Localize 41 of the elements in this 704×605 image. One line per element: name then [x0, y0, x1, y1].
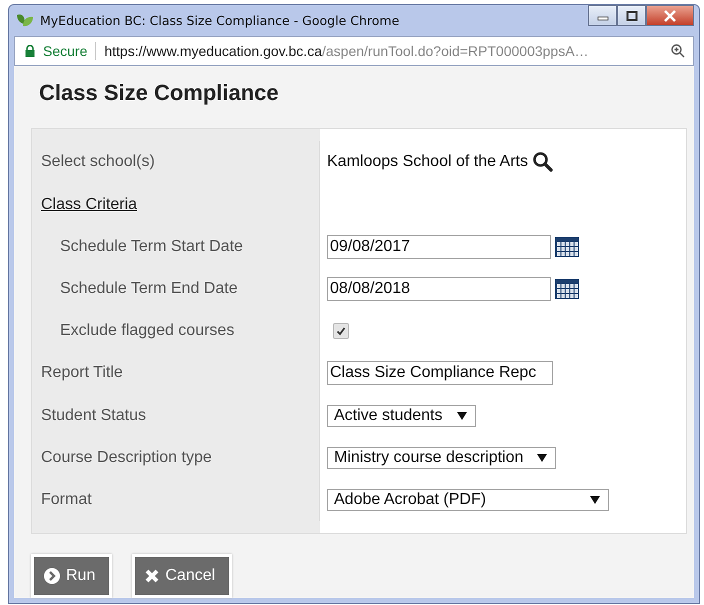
calendar-icon[interactable]	[555, 236, 579, 257]
url-text: https://www.myeducation.gov.bc.ca/aspen/runTool.do?oid=RPT000003ppsA…	[104, 42, 589, 59]
dropdown-arrow-icon	[590, 496, 600, 504]
dropdown-arrow-icon	[537, 454, 548, 462]
security-label: Secure	[43, 42, 88, 59]
run-button[interactable]: Run	[34, 557, 110, 595]
field-label: Select school(s)	[41, 153, 155, 172]
field-label: Report Title	[41, 364, 123, 382]
minimize-button[interactable]	[588, 5, 617, 26]
text-field[interactable]: Class Size Compliance Repc	[327, 361, 553, 386]
window-title: MyEducation BC: Class Size Compliance - Google Chrome	[40, 12, 400, 28]
checkbox[interactable]	[333, 323, 349, 340]
field-label: Student Status	[41, 406, 146, 425]
field-label: Course Description type	[41, 448, 212, 467]
lock-icon	[25, 44, 35, 57]
field-label: Schedule Term End Date	[60, 280, 238, 298]
dropdown[interactable]: Adobe Acrobat (PDF)	[327, 488, 609, 511]
search-icon[interactable]	[532, 151, 554, 174]
field-label: Exclude flagged courses	[60, 322, 234, 340]
calendar-icon[interactable]	[555, 278, 579, 299]
dropdown[interactable]: Active students	[327, 404, 476, 427]
arrow-circle-icon	[44, 568, 60, 584]
date-field[interactable]: 09/08/2017	[327, 234, 551, 259]
close-icon	[145, 569, 160, 583]
maximize-button[interactable]	[617, 5, 646, 26]
close-icon	[663, 10, 677, 22]
check-icon	[336, 326, 346, 336]
dropdown[interactable]: Ministry course description	[327, 446, 556, 469]
cancel-button[interactable]: Cancel	[135, 557, 230, 595]
dropdown-arrow-icon	[456, 412, 466, 420]
page-title: Class Size Compliance	[39, 80, 280, 106]
date-field[interactable]: 08/08/2018	[327, 276, 551, 301]
field-label: Schedule Term Start Date	[60, 238, 243, 256]
address-bar[interactable]: Secure https://www.myeducation.gov.bc.ca/aspen/runTool.do?oid=RPT000003ppsA…	[14, 36, 694, 66]
close-button[interactable]	[646, 5, 694, 26]
zoom-icon[interactable]	[671, 44, 685, 58]
maximize-icon	[626, 10, 638, 20]
field-label: Format	[41, 490, 92, 509]
school-name: Kamloops School of the Arts	[327, 153, 528, 172]
leaf-icon	[16, 12, 34, 28]
section-link[interactable]: Class Criteria	[41, 196, 138, 214]
